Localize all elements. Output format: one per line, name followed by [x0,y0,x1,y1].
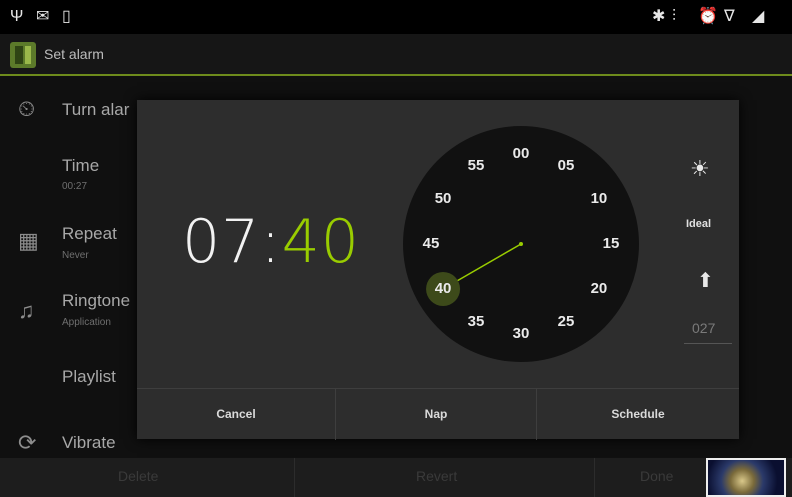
divider [294,458,295,497]
calendar-icon: ▦ [18,228,39,253]
sunrise-icon[interactable]: ☀ [690,156,710,182]
alarm-icon: ⏰ [698,8,718,25]
side-value: 027 [692,320,716,336]
usb-icon: Ψ [10,8,24,25]
clock-number-30[interactable]: 30 [506,325,536,342]
clock-number-00[interactable]: 00 [506,145,536,162]
time-display: 07:40 [182,212,360,272]
battery-outline-icon: ▯ [62,8,71,25]
mode-label[interactable]: Ideal [686,218,711,230]
ringtone-value: Application [62,317,111,328]
app-icon[interactable] [10,42,36,68]
alarm-clock-icon: ⏲ [18,96,36,121]
divider [684,343,732,344]
status-bar: Ψ ✉ ▯ ✱ ⫶ ⏰ ∇ ◢ [0,0,792,34]
bluetooth-icon: ✱ [652,8,666,25]
cancel-button[interactable]: Cancel [137,389,335,440]
revert-button[interactable]: Revert [416,468,457,484]
clock-number-20[interactable]: 20 [584,280,614,297]
page-title: Set alarm [44,46,104,62]
clock-number-15[interactable]: 15 [596,235,626,252]
list-item-vibrate[interactable]: Vibrate [62,433,116,453]
time-separator: : [260,207,282,277]
done-button[interactable]: Done [640,468,673,484]
vibrate-icon: ⟳ [18,430,37,455]
clock-number-45[interactable]: 45 [416,235,446,252]
clock-number-10[interactable]: 10 [584,190,614,207]
repeat-value: Never [62,250,89,261]
clock-number-35[interactable]: 35 [461,313,491,330]
clock-number-55[interactable]: 55 [461,157,491,174]
vibrate-icon: ⫶ [672,8,677,25]
music-note-icon: ♫ [18,298,35,323]
nap-button[interactable]: Nap [336,389,536,440]
clock-number-05[interactable]: 05 [551,157,581,174]
signal-icon: ◢ [752,8,765,25]
thumbnail-image [706,458,786,497]
hours-value[interactable]: 07 [182,207,260,277]
clock-center [519,242,523,246]
divider [594,458,595,497]
clock-number-50[interactable]: 50 [428,190,458,207]
clock-number-25[interactable]: 25 [551,313,581,330]
action-bar [0,34,792,76]
email-icon: ✉ [36,8,50,25]
list-item-repeat[interactable]: Repeat [62,224,117,244]
dialog-actions: Cancel Nap Schedule [137,388,739,440]
list-item-time[interactable]: Time [62,156,99,176]
list-item-turn-alarm[interactable]: Turn alar [62,100,129,120]
list-item-playlist[interactable]: Playlist [62,367,116,387]
schedule-button[interactable]: Schedule [537,389,739,440]
minutes-value[interactable]: 40 [282,207,360,277]
microphone-icon[interactable]: ⬆ [697,268,714,293]
delete-button[interactable]: Delete [118,468,158,484]
time-value: 00:27 [62,181,88,192]
clock-number-40[interactable]: 40 [428,280,458,297]
list-item-ringtone[interactable]: Ringtone [62,291,130,311]
wifi-icon: ∇ [724,8,735,25]
